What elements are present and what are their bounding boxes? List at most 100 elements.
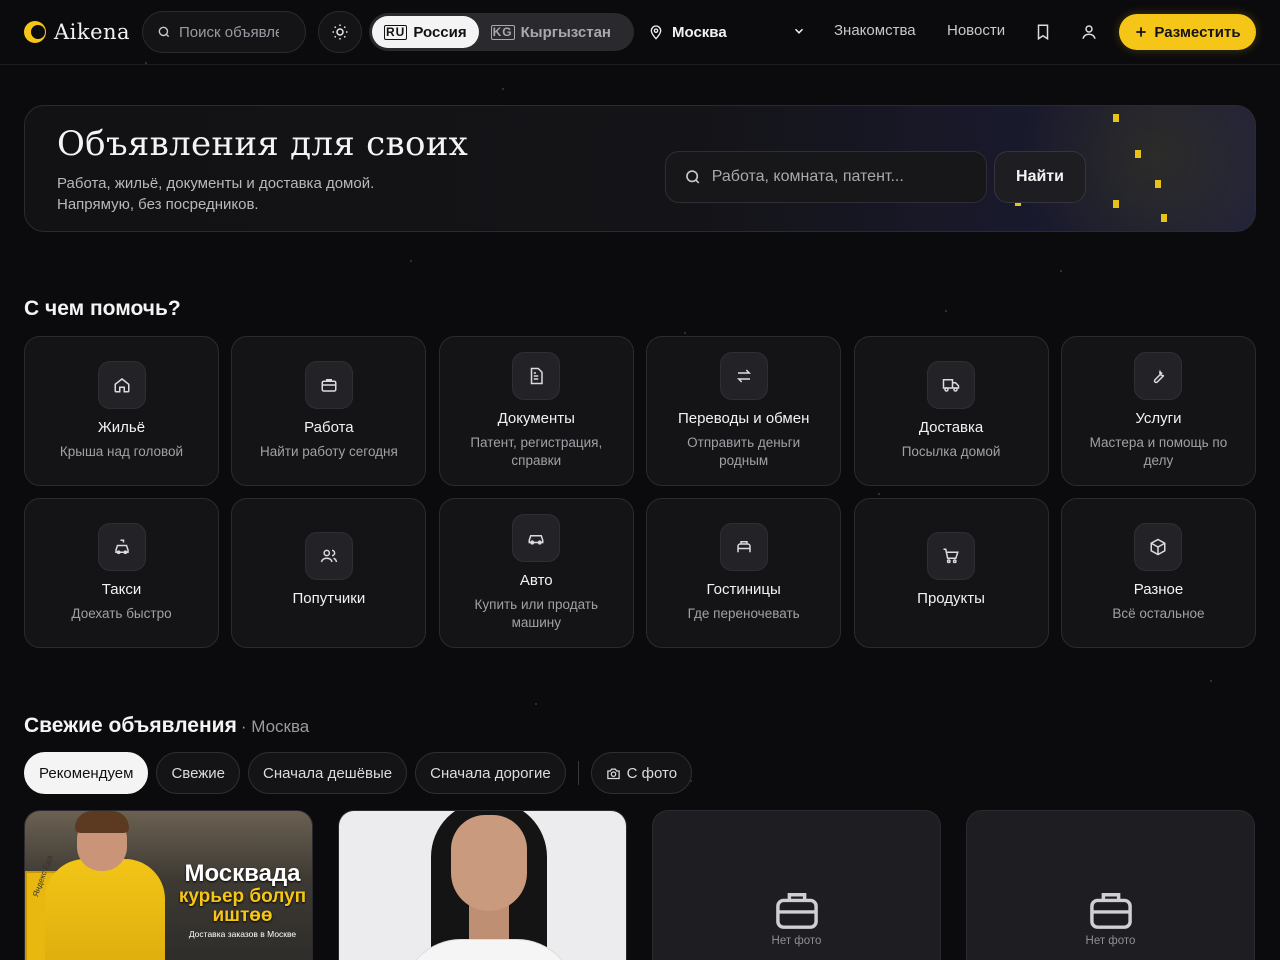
listing-card-nophoto[interactable]: Нет фото: [652, 810, 941, 960]
category-desc: Доехать быстро: [71, 606, 172, 621]
listing-card-courier[interactable]: Яндекс Еда Москвада курьер болуп иштөө Д…: [24, 810, 313, 960]
category-desc: Патент, регистрация, справки: [470, 435, 603, 468]
category-desc: Отправить деньги родным: [687, 435, 801, 468]
portrait-face: [451, 815, 527, 911]
moon-logo-icon: [24, 21, 46, 43]
bed-icon: [719, 523, 768, 571]
category-desc: Крыша над головой: [59, 444, 184, 459]
filter-with-photo[interactable]: С фото: [590, 752, 693, 794]
category-title: Жильё: [97, 419, 146, 436]
bookmarks-button[interactable]: [1031, 20, 1055, 44]
ad-text: Москвада курьер болуп иштөө Доставка зак…: [175, 860, 310, 940]
header-search-input[interactable]: [179, 23, 279, 41]
courier-hair: [75, 811, 129, 833]
category-desc: Всё остальное: [1112, 606, 1205, 621]
hero-search-button[interactable]: Найти: [994, 151, 1086, 203]
document-icon: [512, 352, 561, 400]
nav-dating[interactable]: Знакомства: [834, 22, 916, 39]
country-kyrgyzstan-label: Кыргызстан: [520, 23, 611, 41]
category-delivery[interactable]: Доставка Посылка домой: [853, 336, 1049, 486]
category-title: Попутчики: [292, 590, 366, 607]
category-documents[interactable]: Документы Патент, регистрация, справки: [438, 336, 634, 486]
post-ad-button[interactable]: Разместить: [1119, 14, 1256, 50]
categories-grid: Жильё Крыша над головой Работа Найти раб…: [24, 336, 1256, 648]
ad-headline: Москвада: [184, 860, 301, 887]
flag-kg: KG: [490, 24, 515, 40]
hero-subtitle: Работа, жильё, документы и доставка домо…: [57, 175, 375, 213]
listing-cards: Яндекс Еда Москвада курьер болуп иштөө Д…: [24, 810, 1256, 960]
category-title: Продукты: [917, 590, 985, 607]
category-groceries[interactable]: Продукты: [853, 498, 1049, 648]
no-photo-label: Нет фото: [1085, 935, 1136, 947]
sun-icon: [332, 24, 348, 40]
sort-cheap-first[interactable]: Сначала дешёвые: [248, 752, 408, 794]
ad-subheadline: курьер болуп иштөө: [178, 886, 307, 926]
listing-card-nophoto[interactable]: Нет фото: [966, 810, 1255, 960]
category-carpool[interactable]: Попутчики: [231, 498, 427, 648]
window-light-decoration: [1113, 114, 1119, 122]
category-title: Доставка: [918, 419, 984, 436]
hero-search-input[interactable]: [711, 168, 968, 186]
category-desc: Где переночевать: [687, 606, 800, 621]
profile-button[interactable]: [1077, 20, 1101, 44]
logo-text: Aikena: [54, 20, 131, 44]
chevron-down-icon: [794, 28, 804, 34]
category-title: Переводы и обмен: [677, 410, 810, 427]
hero-banner: Объявления для своих Работа, жильё, доку…: [24, 105, 1256, 232]
category-auto[interactable]: Авто Купить или продать машину: [438, 498, 634, 648]
category-other[interactable]: Разное Всё остальное: [1060, 498, 1256, 648]
bookmark-icon: [1037, 24, 1049, 41]
listing-card-portrait[interactable]: [338, 810, 627, 960]
category-title: Разное: [1133, 581, 1184, 598]
user-icon: [1082, 25, 1096, 39]
filter-with-photo-label: С фото: [626, 764, 678, 782]
category-title: Работа: [304, 419, 354, 436]
nav-news[interactable]: Новости: [947, 22, 1005, 39]
ad-caption: Доставка заказов в Москве: [188, 929, 297, 939]
fresh-listings-city: · Москва: [240, 717, 310, 736]
sort-fresh[interactable]: Свежие: [156, 752, 241, 794]
category-title: Услуги: [1135, 410, 1182, 427]
category-hotels[interactable]: Гостиницы Где переночевать: [646, 498, 842, 648]
categories-title: С чем помочь?: [24, 297, 181, 320]
city-label: Москва: [672, 23, 727, 41]
car-icon: [512, 514, 561, 562]
category-taxi[interactable]: Такси Доехать быстро: [24, 498, 219, 648]
no-photo-label: Нет фото: [771, 935, 822, 947]
wrench-icon: [1134, 352, 1183, 400]
fresh-listings-title: Свежие объявления: [24, 714, 237, 737]
hero-title: Объявления для своих: [57, 124, 469, 164]
exchange-icon: [719, 352, 768, 400]
sort-expensive-first[interactable]: Сначала дорогие: [415, 752, 566, 794]
window-light-decoration: [1155, 180, 1161, 188]
category-desc: Купить или продать машину: [474, 597, 599, 630]
courier-jacket: [45, 859, 165, 960]
window-light-decoration: [1135, 150, 1141, 158]
category-housing[interactable]: Жильё Крыша над головой: [24, 336, 219, 486]
country-kyrgyzstan[interactable]: KG Кыргызстан: [479, 16, 623, 48]
category-desc: Мастера и помощь по делу: [1089, 435, 1228, 468]
category-work[interactable]: Работа Найти работу сегодня: [231, 336, 427, 486]
category-title: Гостиницы: [706, 581, 781, 598]
briefcase-icon: [304, 361, 353, 409]
sort-recommended[interactable]: Рекомендуем: [24, 752, 149, 794]
camera-icon: [606, 768, 620, 779]
briefcase-placeholder-icon: [775, 893, 818, 929]
category-desc: Посылка домой: [901, 444, 1001, 459]
fresh-listings-header: Свежие объявления · Москва: [24, 714, 309, 738]
city-select[interactable]: Москва: [648, 14, 810, 50]
chip-divider: [577, 761, 579, 785]
cart-icon: [927, 532, 976, 580]
search-icon: [158, 26, 170, 38]
category-services[interactable]: Услуги Мастера и помощь по делу: [1060, 336, 1256, 486]
header-search[interactable]: [142, 11, 306, 53]
box-icon: [1134, 523, 1183, 571]
country-russia-label: Россия: [413, 23, 467, 41]
country-russia[interactable]: RU Россия: [372, 16, 479, 48]
hero-search[interactable]: [665, 151, 987, 203]
theme-toggle-button[interactable]: [318, 11, 362, 53]
category-transfers[interactable]: Переводы и обмен Отправить деньги родным: [646, 336, 842, 486]
window-light-decoration: [1161, 214, 1167, 222]
category-desc: Найти работу сегодня: [259, 444, 398, 459]
logo[interactable]: Aikena: [24, 20, 134, 44]
